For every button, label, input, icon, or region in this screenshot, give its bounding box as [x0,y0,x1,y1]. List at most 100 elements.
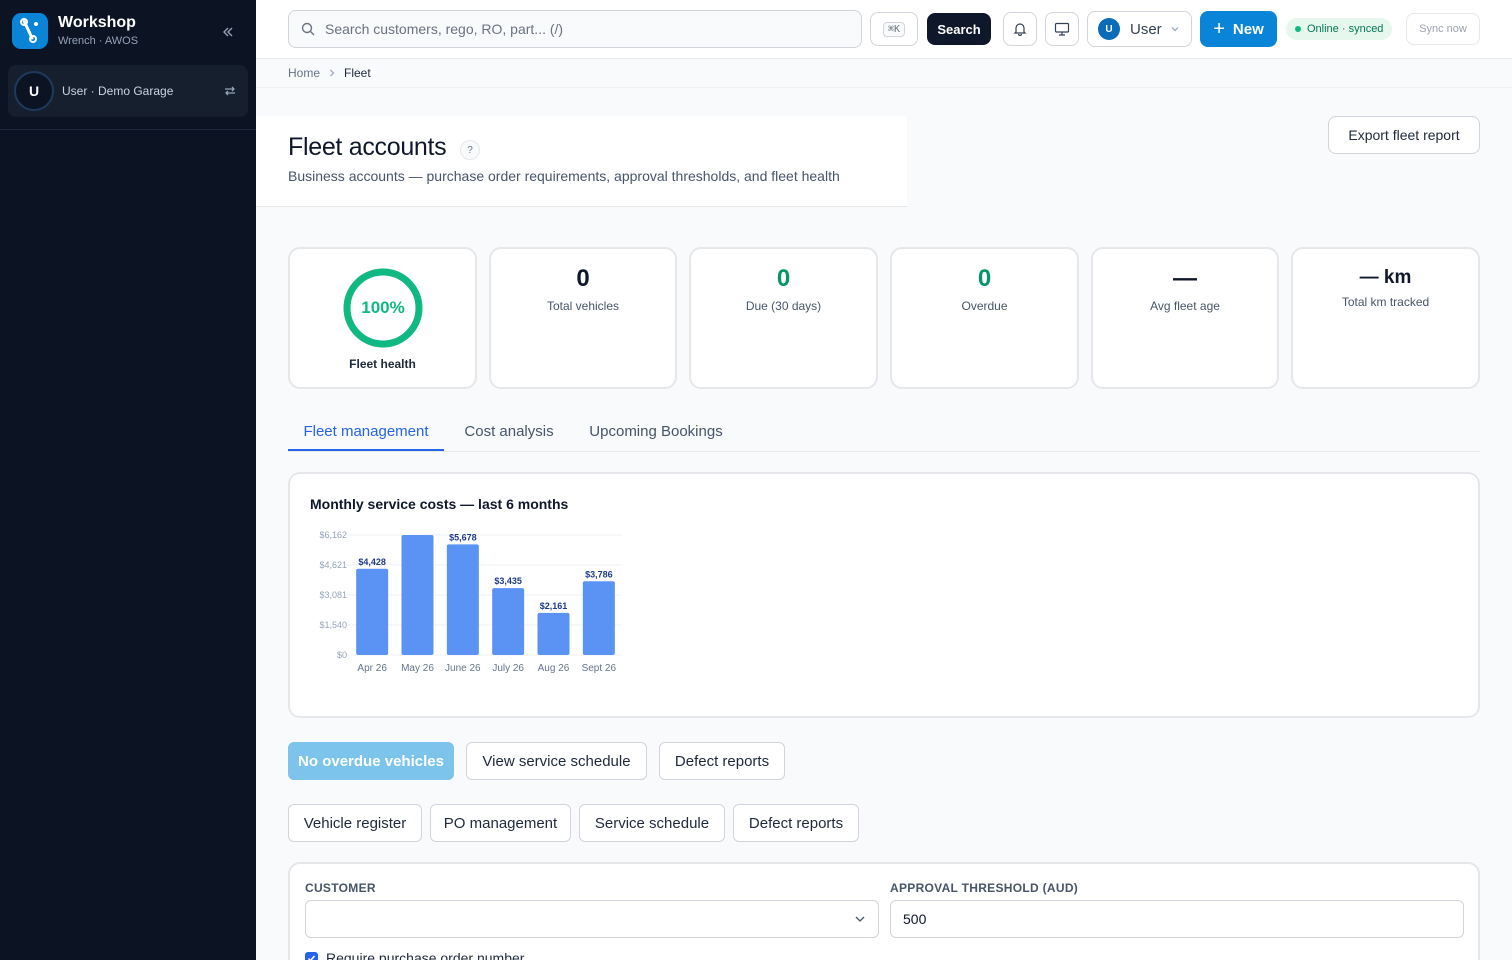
due-label: Due (30 days) [745,299,822,313]
sidebar-divider [0,129,256,130]
global-search[interactable] [288,10,862,48]
fleet-settings-form: CUSTOMER APPROVAL THRESHOLD (AUD) Requir… [288,862,1480,960]
breadcrumb-divider [256,87,1512,88]
collapse-sidebar-icon[interactable] [218,22,238,42]
workspace-label: User · Demo Garage [62,84,174,98]
require-po-checkbox[interactable] [305,951,318,960]
service-schedule-button[interactable]: Service schedule [579,804,725,842]
tab-upcoming-bookings[interactable]: Upcoming Bookings [578,418,734,451]
search-icon [301,22,315,36]
notifications-button[interactable] [1003,12,1037,46]
brand[interactable]: Workshop Wrench · AWOS [12,13,138,49]
vehicle-register-button[interactable]: Vehicle register [288,804,422,842]
status-badge: Online · synced [1286,18,1393,40]
x-tick-label: May 26 [401,663,434,674]
brand-subtitle: Wrench · AWOS [58,35,139,47]
new-button-label: New [1232,20,1264,38]
x-tick-label: Apr 26 [357,663,387,674]
status-dot-icon [1295,26,1301,32]
customer-label: CUSTOMER [305,881,376,895]
monthly-cost-chart: $0 $1,540 $3,081 $4,621 $6,162 $4,428 Apr 26 Ma… [319,530,622,674]
y-tick-label: $4,621 [319,560,347,570]
page-subtitle: Business accounts — purchase order requi… [288,168,840,184]
data-label: $3,435 [494,576,522,586]
topbar: ⌘K Search U User + New Online · synced S… [256,0,1512,59]
export-fleet-report-button[interactable]: Export fleet report [1328,116,1480,154]
display-mode-button[interactable] [1045,12,1079,46]
breadcrumb-home[interactable]: Home [288,66,320,80]
bar [401,535,434,655]
breadcrumb: Home Fleet [288,64,371,82]
fleet-health-value: 100% [361,298,405,317]
x-tick-label: July 26 [492,663,524,674]
chevron-down-icon [1171,27,1179,32]
kpi-overdue: 0 Overdue [890,247,1079,389]
require-po-row[interactable]: Require purchase order number [305,950,524,960]
tab-cost-analysis[interactable]: Cost analysis [452,418,566,451]
check-icon [307,955,316,960]
tab-bar: Fleet management Cost analysis Upcoming … [288,418,1480,452]
page-header: Fleet accounts ? Business accounts — pur… [256,116,907,207]
x-tick-label: Aug 26 [538,663,570,674]
overdue-label: Overdue [961,299,1008,313]
y-tick-label: $1,540 [319,620,347,630]
wrench-logo-icon [12,13,48,49]
monitor-icon [1054,22,1070,36]
bar [356,568,389,655]
shortcut-hint: ⌘K [882,21,906,37]
y-tick-label: $0 [337,650,347,660]
y-tick-label: $3,081 [319,590,347,600]
brand-name: Workshop [58,14,136,31]
avg-age-value: — [1173,265,1197,292]
swap-icon[interactable] [220,81,240,101]
plus-icon: + [1213,18,1225,40]
kpi-total-km: — km Total km tracked [1291,247,1480,389]
view-service-schedule-button[interactable]: View service schedule [466,742,647,780]
user-name: User [1130,20,1162,38]
data-label: $5,678 [449,532,477,542]
bell-icon [1013,23,1027,36]
overdue-value: 0 [977,265,992,292]
tab-fleet-management[interactable]: Fleet management [288,418,444,451]
bar [582,581,615,655]
kpi-fleet-health: 100% Fleet health [288,247,477,389]
customer-select[interactable] [305,900,879,938]
new-button[interactable]: + New [1200,11,1277,47]
x-tick-label: June 26 [445,663,481,674]
defect-reports-button-secondary[interactable]: Defect reports [733,804,859,842]
total-vehicles-value: 0 [576,265,590,292]
bar [537,612,570,655]
user-menu[interactable]: U User [1087,11,1192,47]
status-text: Online · synced [1307,23,1384,35]
chart-card: Monthly service costs — last 6 months $0… [288,472,1480,718]
sidebar: Workshop Wrench · AWOS U User · Demo Gar… [0,0,256,960]
kpi-avg-fleet-age: — Avg fleet age [1091,247,1279,389]
x-tick-label: Sept 26 [582,663,617,674]
require-po-label: Require purchase order number [326,950,525,960]
kpi-due: 0 Due (30 days) [689,247,878,389]
breadcrumb-current: Fleet [344,66,371,80]
chevron-down-icon [855,916,865,922]
no-overdue-vehicles-button[interactable]: No overdue vehicles [288,742,454,780]
workspace-switcher[interactable]: U User · Demo Garage [8,65,248,117]
kpi-total-vehicles: 0 Total vehicles [489,247,677,389]
data-label: $4,428 [358,557,386,567]
data-label: $2,161 [540,601,568,611]
due-value: 0 [776,265,791,292]
bar [492,588,525,655]
avatar: U [14,71,54,111]
sync-now-button[interactable]: Sync now [1406,13,1480,45]
help-icon[interactable]: ? [460,140,480,160]
chevron-right-icon [328,66,336,80]
po-management-button[interactable]: PO management [430,804,571,842]
y-tick-label: $6,162 [319,530,347,540]
total-vehicles-label: Total vehicles [546,299,620,313]
search-button[interactable]: Search [927,13,991,45]
total-km-value: — km [1359,267,1412,288]
search-input[interactable] [325,21,845,37]
approval-threshold-input[interactable] [890,900,1464,938]
bar [446,544,479,655]
total-km-label: Total km tracked [1341,295,1430,309]
command-palette-button[interactable]: ⌘K [870,12,918,46]
defect-reports-button[interactable]: Defect reports [659,742,785,780]
